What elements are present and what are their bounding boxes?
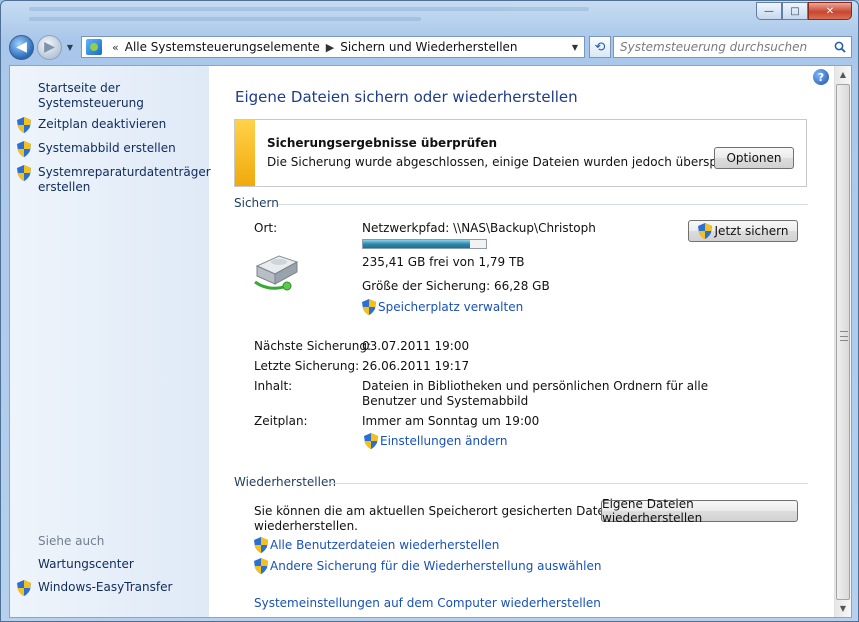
- maximize-button[interactable]: □: [782, 2, 808, 20]
- schedule-label: Zeitplan:: [254, 414, 308, 428]
- notice-title: Sicherungsergebnisse überprüfen: [267, 136, 498, 150]
- notice-text: Die Sicherung wurde abgeschlossen, einig…: [267, 155, 764, 169]
- restore-my-files-button[interactable]: Eigene Dateien wiederherstellen: [601, 497, 798, 525]
- title-bar[interactable]: [29, 1, 589, 29]
- breadcrumb-item-all-items[interactable]: Alle Systemsteuerungselemente: [125, 40, 320, 54]
- section-heading-restore: Wiederherstellen: [234, 475, 336, 489]
- free-space-text: 235,41 GB frei von 1,79 TB: [362, 255, 525, 269]
- minimize-button[interactable]: —: [756, 2, 782, 20]
- restore-description: Sie können die am aktuellen Speicherort …: [254, 504, 623, 534]
- uac-shield-icon: [17, 580, 31, 596]
- restore-text-line: Sie können die am aktuellen Speicherort …: [254, 504, 624, 518]
- task-pane: Startseite der Systemsteuerung Zeitplan …: [10, 66, 211, 617]
- search-box: [613, 36, 852, 58]
- search-icon[interactable]: [834, 41, 846, 53]
- content-line: Benutzer und Systemabbild: [362, 394, 529, 408]
- navigation-bar: ◀ ▶ ▼ « Alle Systemsteuerungselemente ▶ …: [9, 33, 852, 61]
- location-value: Netzwerkpfad: \\NAS\Backup\Christoph: [362, 221, 596, 235]
- refresh-button[interactable]: ⟲: [589, 36, 611, 58]
- disk-usage-fill: [363, 240, 470, 248]
- last-backup-value: 26.06.2011 19:17: [362, 359, 470, 373]
- back-arrow-icon: ◀: [16, 39, 27, 55]
- sidebar-link-label: erstellen: [38, 180, 91, 194]
- restore-all-users-link[interactable]: Alle Benutzerdateien wiederherstellen: [270, 538, 499, 553]
- caption-buttons: — □ ✕: [756, 2, 852, 20]
- manage-space-link[interactable]: Speicherplatz verwalten: [378, 300, 523, 315]
- uac-shield-icon: [254, 558, 268, 574]
- disk-usage-bar: [362, 239, 487, 249]
- sidebar-link-easy-transfer[interactable]: Windows-EasyTransfer: [38, 580, 172, 595]
- uac-shield-icon: [17, 117, 31, 133]
- breadcrumb-item-backup-restore[interactable]: Sichern und Wiederherstellen: [340, 40, 517, 54]
- location-label: Ort:: [254, 221, 278, 235]
- restore-system-settings-link[interactable]: Systemeinstellungen auf dem Computer wie…: [254, 596, 601, 611]
- backup-now-button[interactable]: Jetzt sichern: [688, 220, 798, 242]
- main-content: Eigene Dateien sichern oder wiederherste…: [209, 66, 837, 617]
- sidebar-link-create-repair-disc[interactable]: Systemreparaturdatenträger erstellen: [38, 165, 211, 195]
- options-button[interactable]: Optionen: [714, 147, 794, 169]
- network-drive-icon: [254, 255, 299, 291]
- help-icon[interactable]: ?: [813, 69, 829, 85]
- search-input[interactable]: [620, 40, 825, 54]
- control-panel-window: — □ ✕ ◀ ▶ ▼ « Alle Systemsteuerungseleme…: [0, 0, 859, 622]
- section-divider: [329, 483, 808, 484]
- scrollbar-thumb[interactable]: [836, 84, 850, 600]
- warning-accent-bar: [235, 120, 255, 186]
- sidebar-link-disable-schedule[interactable]: Zeitplan deaktivieren: [38, 117, 166, 132]
- uac-shield-icon: [362, 299, 376, 315]
- backup-now-label: Jetzt sichern: [714, 224, 789, 238]
- breadcrumb-overflow[interactable]: «: [112, 41, 119, 54]
- last-backup-label: Letzte Sicherung:: [254, 359, 360, 373]
- restore-text-line: wiederherstellen.: [254, 519, 358, 533]
- sidebar-link-action-center[interactable]: Wartungscenter: [38, 557, 134, 572]
- select-other-backup-link[interactable]: Andere Sicherung für die Wiederherstellu…: [270, 559, 601, 574]
- schedule-value: Immer am Sonntag um 19:00: [362, 414, 540, 428]
- section-divider: [278, 204, 808, 205]
- address-bar[interactable]: « Alle Systemsteuerungselemente ▶ Sicher…: [81, 36, 585, 58]
- forward-arrow-icon: ▶: [44, 39, 55, 55]
- uac-shield-icon: [17, 165, 31, 181]
- forward-button[interactable]: ▶: [37, 34, 62, 60]
- uac-shield-icon: [254, 537, 268, 553]
- client-area: Startseite der Systemsteuerung Zeitplan …: [9, 65, 852, 618]
- scroll-up-icon[interactable]: ▲: [835, 66, 851, 83]
- sidebar-link-create-system-image[interactable]: Systemabbild erstellen: [38, 141, 176, 156]
- address-dropdown-icon[interactable]: ▼: [572, 43, 578, 52]
- refresh-icon: ⟲: [594, 39, 606, 55]
- backup-size-text: Größe der Sicherung: 66,28 GB: [362, 279, 550, 293]
- content-line: Dateien in Bibliotheken und persönlichen…: [362, 379, 709, 393]
- back-button[interactable]: ◀: [9, 34, 34, 60]
- uac-shield-icon: [17, 141, 31, 157]
- recent-pages-dropdown[interactable]: ▼: [64, 43, 76, 52]
- next-backup-label: Nächste Sicherung:: [254, 339, 372, 353]
- vertical-scrollbar[interactable]: ▲ ▼: [834, 66, 851, 617]
- sidebar-link-label: Systemreparaturdatenträger: [38, 165, 211, 179]
- next-backup-value: 03.07.2011 19:00: [362, 339, 470, 353]
- grip-icon: [840, 331, 848, 341]
- uac-shield-icon: [697, 223, 712, 239]
- breadcrumb-separator-icon[interactable]: ▶: [326, 41, 334, 54]
- uac-shield-icon: [364, 433, 378, 449]
- content-label: Inhalt:: [254, 379, 293, 393]
- backup-results-notice: Sicherungsergebnisse überprüfen Die Sich…: [234, 119, 807, 187]
- control-panel-icon: [86, 39, 102, 55]
- close-button[interactable]: ✕: [808, 2, 852, 20]
- content-value: Dateien in Bibliotheken und persönlichen…: [362, 379, 708, 409]
- page-title: Eigene Dateien sichern oder wiederherste…: [235, 88, 578, 106]
- section-heading-backup: Sichern: [234, 196, 279, 210]
- sidebar-link-control-panel-home[interactable]: Startseite der Systemsteuerung: [38, 81, 209, 111]
- change-settings-link[interactable]: Einstellungen ändern: [380, 434, 507, 449]
- scroll-down-icon[interactable]: ▼: [835, 600, 851, 617]
- see-also-heading: Siehe auch: [38, 534, 105, 548]
